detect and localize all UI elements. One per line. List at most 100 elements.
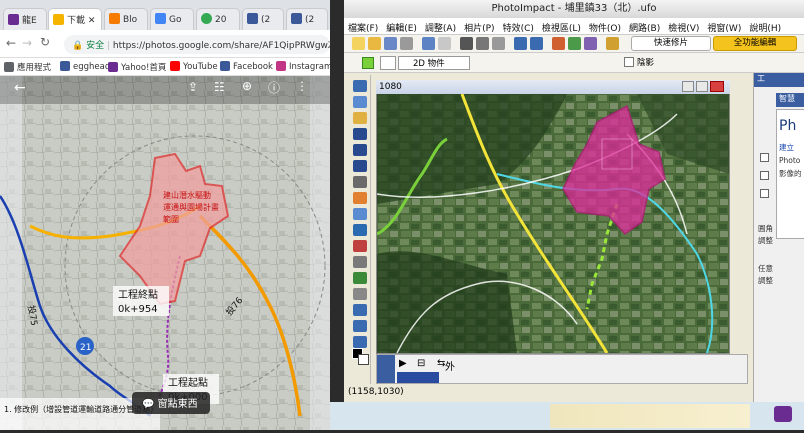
bookmark-yahoo[interactable]: Yahoo!首頁 — [108, 61, 166, 73]
web-icon[interactable] — [606, 37, 619, 50]
zoom-icon[interactable]: ⊕ — [242, 79, 252, 93]
share-icon[interactable]: ⇪ — [188, 80, 198, 94]
browser-tab-1[interactable]: 龍E — [3, 8, 47, 30]
omnibox[interactable]: 🔒 安全 | https://photos.google.com/share/A… — [64, 35, 330, 54]
menu-help[interactable]: 說明(H) — [749, 21, 781, 34]
open-folder-icon[interactable] — [368, 37, 381, 50]
path-tool-icon[interactable] — [353, 224, 367, 236]
pick-tool-icon[interactable] — [353, 80, 367, 92]
option-checkbox-3[interactable] — [760, 189, 769, 198]
option-checkbox-1[interactable] — [760, 153, 769, 162]
info-icon[interactable]: ⓘ — [268, 79, 280, 96]
more-icon[interactable]: ⋮ — [296, 79, 308, 93]
frames-icon[interactable]: ⊟ — [417, 358, 425, 369]
color-swatch-icon[interactable] — [362, 57, 374, 69]
camera-icon[interactable] — [438, 37, 451, 50]
menu-adjust[interactable]: 調整(A) — [425, 21, 456, 34]
close-icon[interactable] — [710, 81, 724, 92]
browser-tab-2[interactable]: 下載 ✕ — [48, 8, 102, 30]
menu-file[interactable]: 檔案(F) — [348, 21, 378, 34]
maximize-icon[interactable] — [696, 81, 708, 92]
shadow-checkbox[interactable] — [624, 57, 634, 67]
zoom-tool-icon[interactable] — [353, 288, 367, 300]
forward-icon[interactable]: → — [22, 36, 32, 50]
start-point-label: 工程起點 — [168, 376, 208, 389]
back-icon[interactable]: ← — [6, 36, 16, 50]
cut-icon[interactable] — [460, 37, 473, 50]
crop-tool-icon[interactable] — [353, 128, 367, 140]
scan-icon[interactable] — [422, 37, 435, 50]
background-color-icon[interactable] — [358, 354, 369, 365]
shape-tool-icon[interactable] — [353, 320, 367, 332]
tab-label: 下載 — [67, 16, 86, 26]
menu-view[interactable]: 檢視(V) — [668, 21, 699, 34]
tab-label: 龍E — [22, 16, 37, 26]
road-shield-21: 21 — [80, 343, 91, 353]
highlight-label-line-3: 範圍 — [163, 214, 179, 224]
hand-tool-icon[interactable] — [353, 304, 367, 316]
menu-viewarea[interactable]: 檢視區(L) — [542, 21, 581, 34]
new-file-icon[interactable] — [352, 37, 365, 50]
browser-tab-4[interactable]: Go — [150, 8, 194, 30]
menu-object[interactable]: 物件(O) — [589, 21, 621, 34]
bookmark-label: Instagram — [289, 62, 330, 72]
browser-tab-6[interactable]: (2 — [242, 8, 284, 30]
brush-tool-icon[interactable] — [353, 112, 367, 124]
line-tool-icon[interactable] — [353, 336, 367, 348]
menu-effect[interactable]: 特效(C) — [503, 21, 534, 34]
grid-tool-icon[interactable] — [353, 160, 367, 172]
fill-tool-icon[interactable] — [353, 192, 367, 204]
yahoo-tray-icon[interactable] — [774, 406, 792, 422]
bookmarks-bar: 應用程式 egghead Yahoo!首頁 YouTube Facebook I… — [0, 58, 330, 76]
menu-photo[interactable]: 相片(P) — [464, 21, 494, 34]
bookmark-egghead[interactable]: egghead — [60, 61, 110, 72]
tip-item-1[interactable]: 建立 — [779, 142, 794, 153]
minimize-icon[interactable] — [682, 81, 694, 92]
menu-window[interactable]: 視窗(W) — [707, 21, 741, 34]
eyedropper-icon[interactable] — [353, 176, 367, 188]
reload-icon[interactable]: ↻ — [40, 35, 50, 49]
browser-tab-5[interactable]: 20 — [196, 8, 240, 30]
tab-label: Blo — [123, 15, 138, 25]
browser-tab-7[interactable]: (2 — [286, 8, 328, 30]
panel-handle[interactable] — [377, 355, 395, 383]
redo-icon[interactable] — [530, 37, 543, 50]
facebook-icon — [247, 13, 258, 24]
paste-icon[interactable] — [492, 37, 505, 50]
mode-selector-icon[interactable] — [380, 56, 396, 70]
retouch-tool-icon[interactable] — [353, 272, 367, 284]
effect-icon[interactable] — [584, 37, 597, 50]
end-point-km: 0k+954 — [118, 304, 158, 315]
bookmark-youtube[interactable]: YouTube — [170, 61, 218, 72]
menu-web[interactable]: 網路(B) — [629, 21, 660, 34]
timeline-track[interactable] — [397, 372, 439, 383]
bookmark-label: Yahoo!首頁 — [121, 63, 167, 73]
select-tool-icon[interactable] — [353, 96, 367, 108]
back-arrow-icon[interactable]: ← — [14, 80, 26, 96]
close-tab-icon[interactable]: ✕ — [88, 16, 96, 26]
bookmark-instagram[interactable]: Instagram — [276, 61, 330, 72]
play-icon[interactable]: ▶ — [399, 358, 407, 369]
stamp-tool-icon[interactable] — [353, 256, 367, 268]
undo-icon[interactable] — [514, 37, 527, 50]
transform-tool-icon[interactable] — [353, 144, 367, 156]
copy-icon[interactable] — [476, 37, 489, 50]
option-checkbox-2[interactable] — [760, 171, 769, 180]
quick-fix-button[interactable]: 快速修片 — [631, 36, 711, 51]
bookmark-facebook[interactable]: Facebook — [220, 61, 273, 72]
save-icon[interactable] — [384, 37, 397, 50]
print-icon[interactable] — [400, 37, 413, 50]
text-tool-icon[interactable] — [353, 208, 367, 220]
resize-icon[interactable] — [568, 37, 581, 50]
adjust-icon[interactable]: ☷ — [214, 80, 225, 94]
url-text: https://photos.google.com/share/AF1QipPR… — [112, 41, 330, 51]
browser-tab-3[interactable]: Blo — [104, 8, 148, 30]
tab-label: (2 — [305, 15, 315, 25]
menu-edit[interactable]: 編輯(E) — [386, 21, 417, 34]
object-mode-select[interactable]: 2D 物件 — [398, 56, 470, 70]
bookmark-apps[interactable]: 應用程式 — [4, 61, 51, 73]
eraser-icon[interactable] — [353, 240, 367, 252]
crop-icon[interactable] — [552, 37, 565, 50]
photoimpact-menubar: 檔案(F) 編輯(E) 調整(A) 相片(P) 特效(C) 檢視區(L) 物件(O) 網路(B… — [344, 18, 804, 35]
full-edit-button[interactable]: 全功能編輯 — [713, 36, 797, 51]
